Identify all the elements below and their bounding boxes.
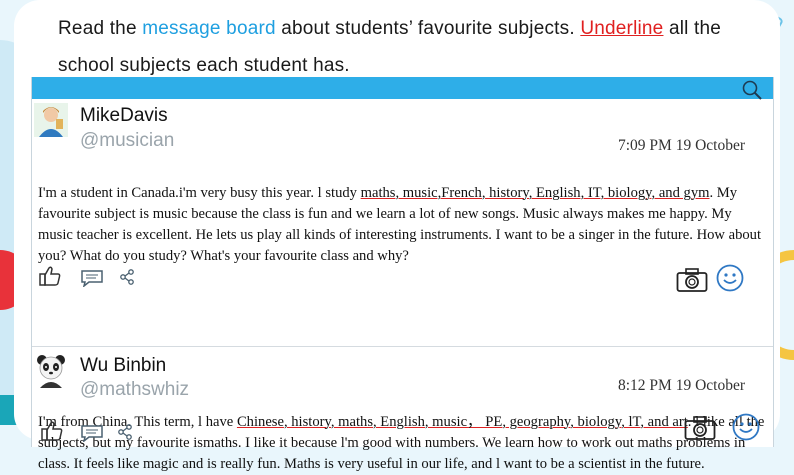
search-icon[interactable] (741, 79, 763, 101)
camera-icon[interactable] (684, 415, 716, 441)
message-board: MikeDavis @musician 7:09 PM 19 October I… (31, 77, 774, 472)
smile-icon[interactable] (732, 413, 760, 441)
instruction-part: Read the (58, 18, 143, 39)
message-text: I'm a student in Canada.i'm very busy th… (38, 185, 361, 201)
avatar (34, 354, 68, 388)
post: MikeDavis @musician 7:09 PM 19 October I… (32, 99, 773, 347)
instruction-underline-word: Underline (580, 18, 664, 39)
message-text: I'm from China. This term, l have (38, 414, 237, 430)
post: Wu Binbin @mathswhiz 8:12 PM 19 October … (32, 347, 773, 472)
thumbs-up-icon[interactable] (38, 265, 62, 287)
post-author-name[interactable]: MikeDavis (80, 105, 168, 127)
share-icon[interactable] (118, 424, 132, 440)
instruction-part: about students’ favourite subjects. (275, 18, 581, 39)
post-message: I'm from China. This term, l have Chines… (38, 412, 765, 475)
board-header-bar (32, 77, 773, 101)
avatar (34, 103, 68, 137)
post-timestamp: 7:09 PM 19 October (617, 137, 745, 154)
post-author-handle[interactable]: @mathswhiz (80, 379, 189, 401)
post-author-handle[interactable]: @musician (80, 130, 174, 152)
smile-icon[interactable] (716, 264, 744, 292)
comment-icon[interactable] (80, 269, 104, 287)
instruction-text: Read the message board about students’ f… (58, 10, 758, 84)
underlined-subjects: maths, music,French, history, English, I… (360, 185, 710, 201)
post-timestamp: 8:12 PM 19 October (617, 377, 745, 394)
post-message: I'm a student in Canada.i'm very busy th… (38, 183, 765, 267)
underlined-subjects: Chinese, history, maths, English, music，… (236, 414, 688, 430)
instruction-highlight: message board (142, 18, 276, 39)
camera-icon[interactable] (676, 267, 708, 293)
post-author-name[interactable]: Wu Binbin (80, 355, 166, 377)
comment-icon[interactable] (80, 424, 104, 442)
thumbs-up-icon[interactable] (40, 420, 64, 442)
share-icon[interactable] (120, 269, 134, 285)
